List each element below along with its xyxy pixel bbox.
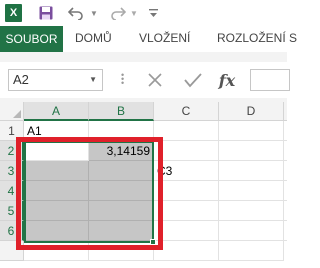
redo-dropdown-icon[interactable]: ▼	[130, 4, 138, 22]
ribbon-collapsed-area	[0, 52, 287, 62]
tab-page-layout[interactable]: ROZLOŽENÍ S	[217, 26, 297, 50]
name-box-value: A2	[13, 72, 29, 87]
select-all-button[interactable]	[0, 102, 24, 121]
row-header-5[interactable]: 5	[0, 201, 24, 221]
cell-a2[interactable]	[24, 141, 89, 161]
cell-d1[interactable]	[219, 121, 284, 141]
row-header-6[interactable]: 6	[0, 221, 24, 241]
cell-b4[interactable]	[89, 181, 154, 201]
cell-a4[interactable]	[24, 181, 89, 201]
fx-icon[interactable]: fx	[214, 69, 240, 91]
cell-b1[interactable]	[89, 121, 154, 141]
column-header-d[interactable]: D	[219, 102, 284, 121]
tab-file[interactable]: SOUBOR	[0, 26, 63, 52]
cell-a3[interactable]	[24, 161, 89, 181]
customize-toolbar-icon[interactable]	[148, 4, 158, 22]
cell-e6[interactable]	[284, 221, 287, 241]
column-header-c[interactable]: C	[154, 102, 219, 121]
cell-e4[interactable]	[284, 181, 287, 201]
fill-handle[interactable]	[150, 239, 156, 245]
cell-c3[interactable]: C3	[154, 161, 219, 181]
formula-input[interactable]	[250, 69, 290, 91]
cell-b7[interactable]	[89, 241, 154, 261]
row-header-7[interactable]	[0, 241, 24, 261]
name-box-dropdown-icon[interactable]: ▼	[89, 70, 97, 90]
cell-d7[interactable]	[219, 241, 284, 261]
column-header-b[interactable]: B	[89, 102, 154, 121]
save-icon[interactable]	[38, 4, 54, 22]
cell-a6[interactable]	[24, 221, 89, 241]
cell-b5[interactable]	[89, 201, 154, 221]
ribbon-tabs: SOUBOR DOMŮ VLOŽENÍ ROZLOŽENÍ S	[0, 26, 297, 78]
cell-c6[interactable]	[154, 221, 219, 241]
cell-c2[interactable]	[154, 141, 219, 161]
cell-e3[interactable]	[284, 161, 287, 181]
cell-d2[interactable]	[219, 141, 284, 161]
cell-e2[interactable]	[284, 141, 287, 161]
quick-access-toolbar: X ▼ ▼	[0, 0, 287, 26]
enter-icon[interactable]	[180, 69, 206, 91]
column-header-a[interactable]: A	[24, 102, 89, 121]
row-header-1[interactable]: 1	[0, 121, 24, 141]
formula-bar: A2 ▼ • • • fx	[0, 62, 290, 98]
cell-a7[interactable]	[24, 241, 89, 261]
cell-d5[interactable]	[219, 201, 284, 221]
redo-icon[interactable]	[110, 4, 126, 22]
tab-home[interactable]: DOMŮ	[75, 26, 112, 50]
cell-d3[interactable]	[219, 161, 284, 181]
row-header-4[interactable]: 4	[0, 181, 24, 201]
formula-bar-resize-handle[interactable]: • • •	[121, 71, 124, 88]
cell-c5[interactable]	[154, 201, 219, 221]
cell-d4[interactable]	[219, 181, 284, 201]
cell-c4[interactable]	[154, 181, 219, 201]
cell-a5[interactable]	[24, 201, 89, 221]
cell-b6[interactable]	[89, 221, 154, 241]
cancel-icon[interactable]	[142, 69, 168, 91]
tab-insert[interactable]: VLOŽENÍ	[139, 26, 190, 50]
cell-c1[interactable]	[154, 121, 219, 141]
cell-e1[interactable]	[284, 121, 287, 141]
row-header-2[interactable]: 2	[0, 141, 24, 161]
column-header-e[interactable]	[284, 102, 287, 121]
worksheet-grid: A B C D 1 2 3 4 5 6 A1 3,14159 C3	[0, 102, 287, 268]
undo-icon[interactable]	[68, 4, 84, 22]
cell-e5[interactable]	[284, 201, 287, 221]
cell-a1[interactable]: A1	[24, 121, 89, 141]
cell-c7[interactable]	[154, 241, 219, 261]
row-header-3[interactable]: 3	[0, 161, 24, 181]
cell-b2[interactable]: 3,14159	[89, 141, 154, 161]
cell-b3[interactable]	[89, 161, 154, 181]
undo-dropdown-icon[interactable]: ▼	[90, 4, 98, 22]
name-box[interactable]: A2 ▼	[8, 69, 103, 91]
excel-icon[interactable]: X	[5, 4, 22, 22]
cell-d6[interactable]	[219, 221, 284, 241]
